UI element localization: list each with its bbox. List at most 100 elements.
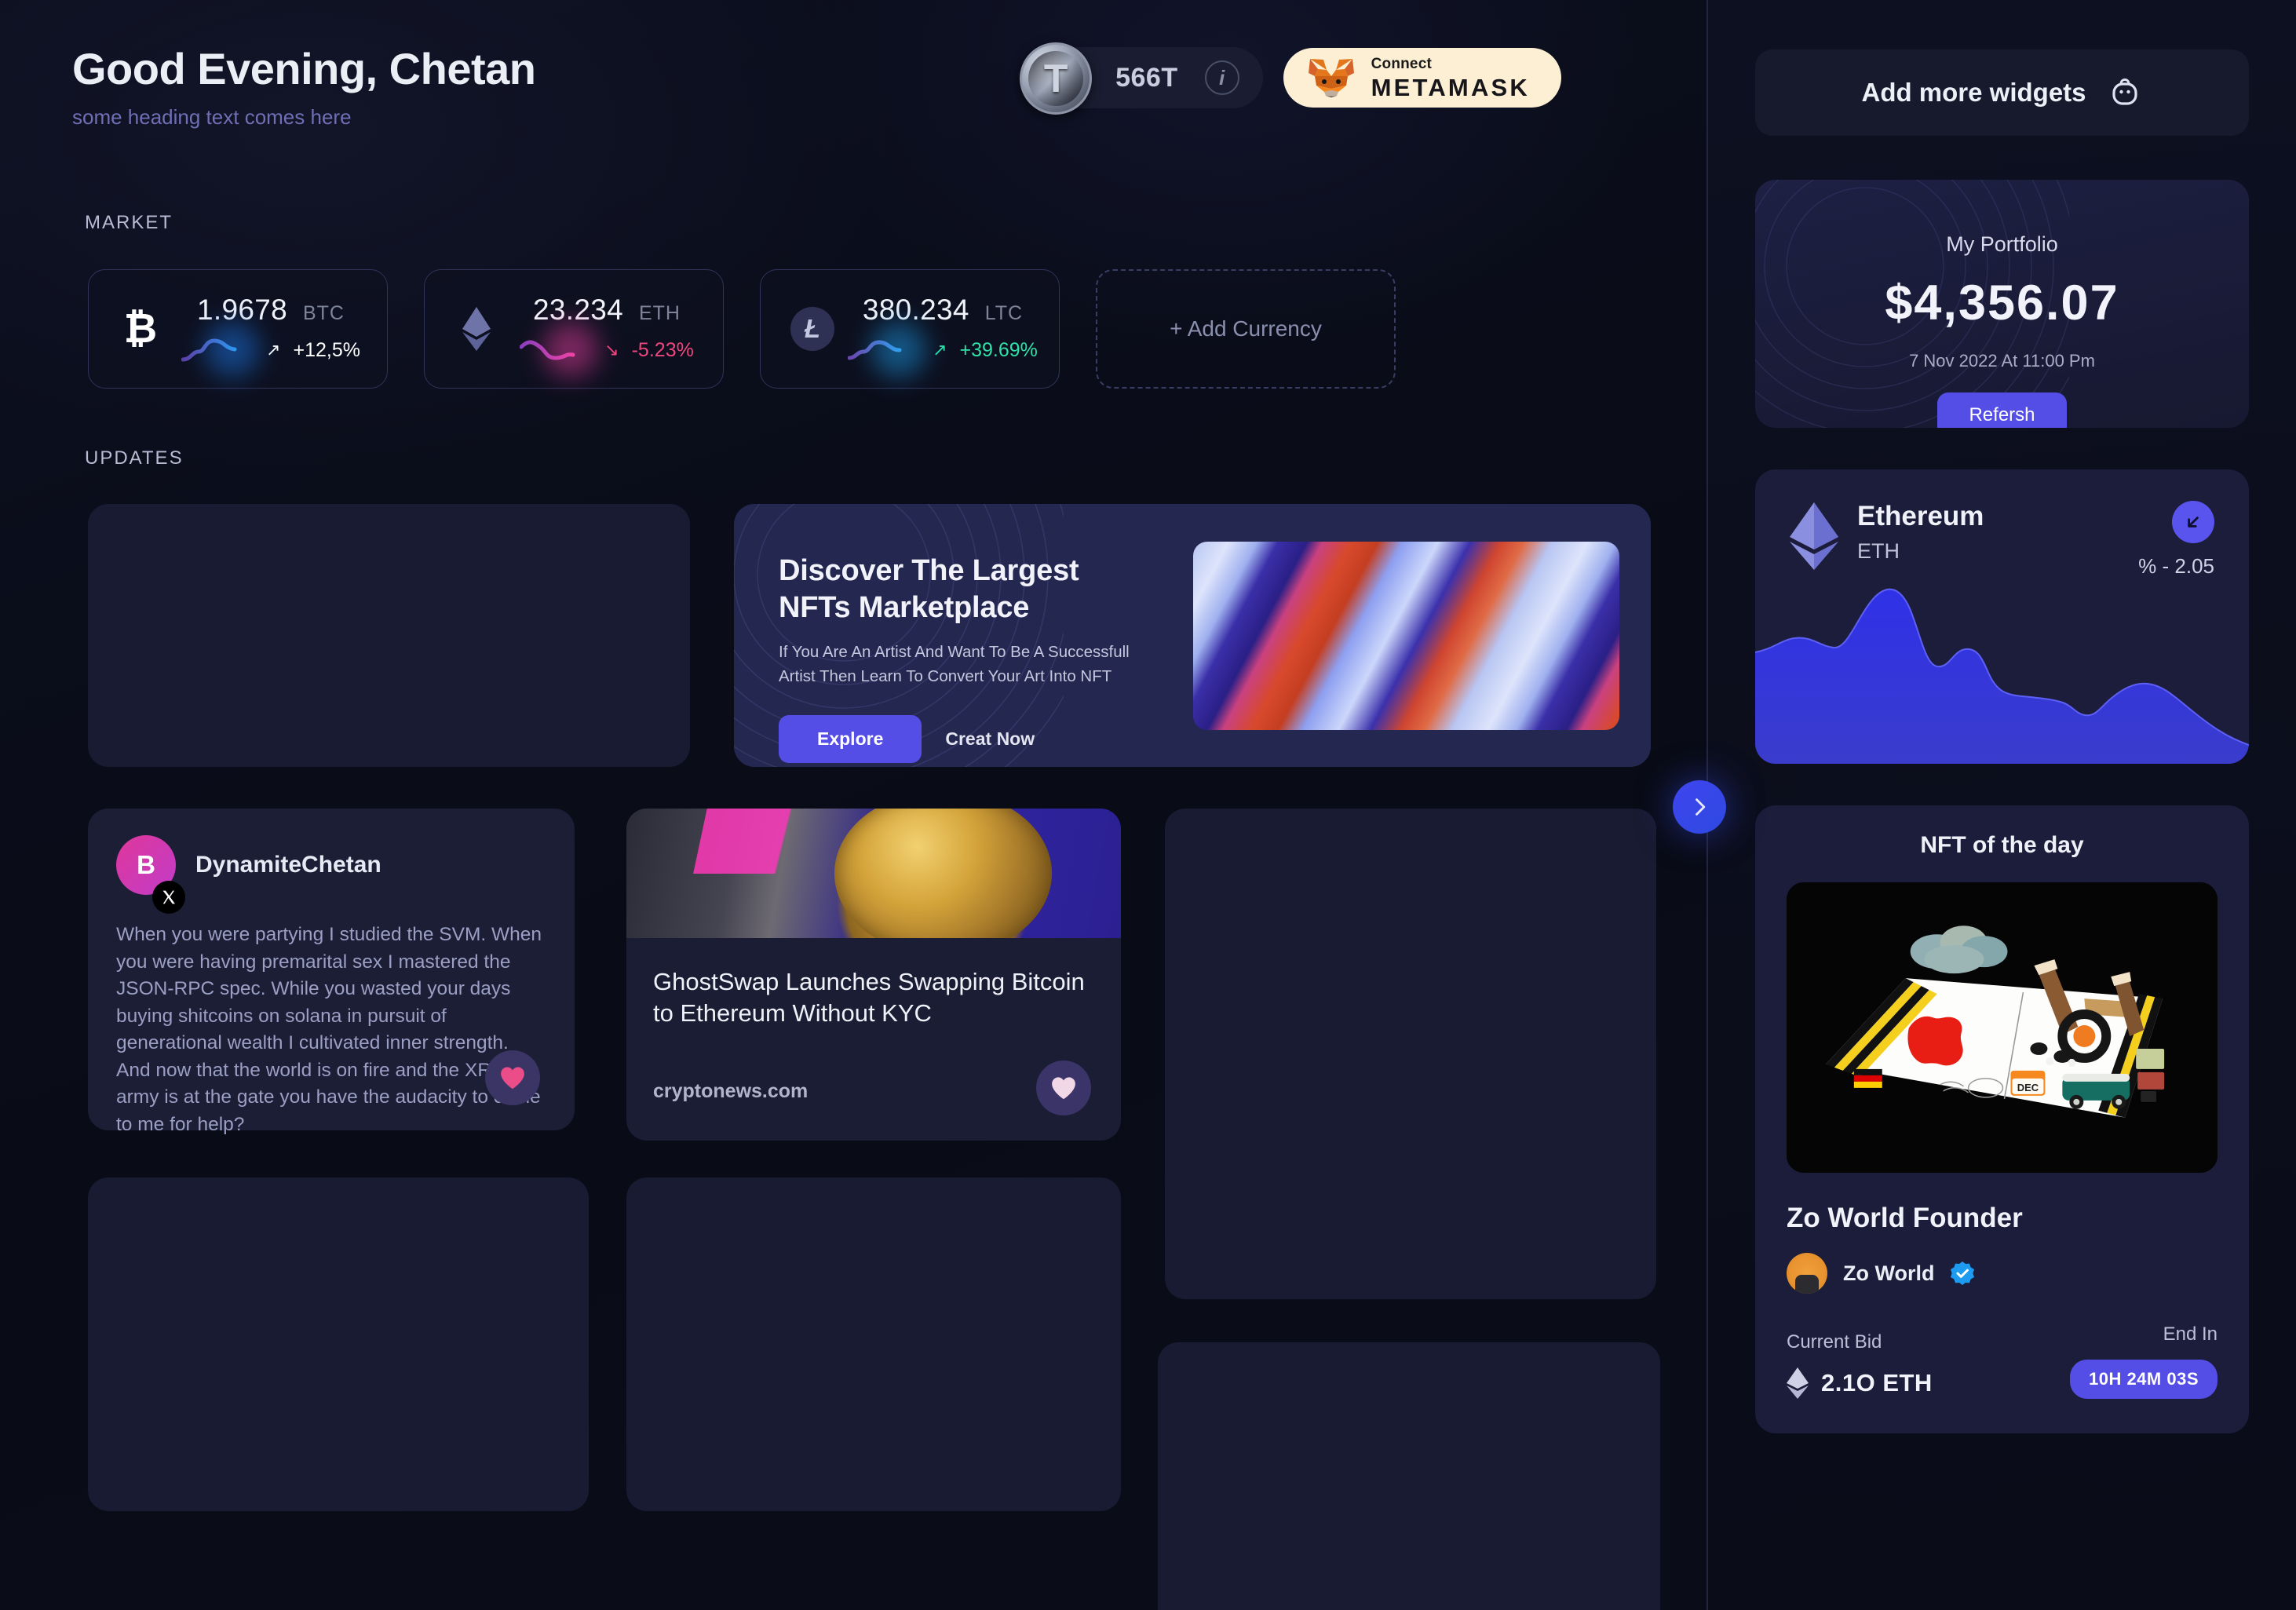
nft-owner[interactable]: Zo World bbox=[1787, 1253, 2218, 1294]
market-change: +39.69% bbox=[959, 338, 1038, 361]
metamask-connect-label: Connect bbox=[1371, 55, 1432, 72]
x-platform-icon bbox=[152, 881, 185, 914]
tweet-body: When you were partying I studied the SVM… bbox=[116, 924, 542, 1135]
token-coin-icon: T bbox=[1020, 42, 1093, 115]
market-card-value-row: 23.234 ETH bbox=[533, 294, 681, 327]
ethereum-chart-widget[interactable]: Ethereum ETH % - 2.05 bbox=[1755, 469, 2249, 764]
section-label-updates: UPDATES bbox=[85, 447, 184, 469]
ethereum-icon bbox=[451, 307, 502, 351]
trend-down-badge-icon bbox=[2172, 501, 2214, 543]
page-title: Good Evening, Chetan bbox=[72, 44, 536, 93]
ethereum-icon bbox=[1790, 502, 1838, 570]
market-card-change-row: ↘ -5.23% bbox=[519, 322, 694, 377]
market-card-body: 380.234 LTC ↗ +39.69% bbox=[838, 294, 1059, 377]
current-bid-value: 2.1O ETH bbox=[1787, 1367, 1933, 1399]
bitcoin-glyph: ₿ bbox=[123, 306, 158, 352]
countdown-timer: 10H 24M 03S bbox=[2069, 1360, 2218, 1399]
info-icon[interactable]: i bbox=[1204, 60, 1239, 95]
nft-bid-row: Current Bid 2.1O ETH End In 10H 24M 03S bbox=[1787, 1323, 2218, 1399]
connect-metamask-button[interactable]: Connect METAMASK bbox=[1283, 48, 1561, 108]
section-label-market: MARKET bbox=[85, 212, 173, 233]
add-widgets-button[interactable]: Add more widgets bbox=[1755, 49, 2249, 136]
heart-icon bbox=[501, 1067, 524, 1090]
placeholder-card[interactable] bbox=[626, 1177, 1121, 1511]
market-change: -5.23% bbox=[631, 338, 694, 361]
metamask-label-group: Connect METAMASK bbox=[1371, 57, 1530, 100]
market-card-body: 1.9678 BTC ↗ +12,5% bbox=[166, 294, 387, 377]
avatar-letter: B bbox=[137, 850, 155, 879]
news-thumbnail bbox=[626, 809, 1121, 938]
chevron-right-icon bbox=[1696, 798, 1706, 816]
market-card-value-row: 380.234 LTC bbox=[863, 294, 1023, 327]
market-card-change-row: ↗ +12,5% bbox=[181, 322, 360, 377]
nft-title: Zo World Founder bbox=[1787, 1203, 2023, 1233]
bitcoin-icon: ₿ bbox=[115, 305, 166, 352]
page-subtitle: some heading text comes here bbox=[72, 105, 352, 129]
refresh-button[interactable]: Refersh bbox=[1937, 392, 2067, 428]
banner-artwork bbox=[1193, 542, 1619, 730]
ethereum-change: % - 2.05 bbox=[2138, 554, 2214, 578]
placeholder-card[interactable] bbox=[1165, 809, 1656, 1299]
banner-content: Discover The Largest NFTs Marketplace If… bbox=[779, 553, 1155, 763]
litecoin-glyph: Ł bbox=[790, 307, 834, 351]
news-source: cryptonews.com bbox=[653, 1080, 809, 1102]
market-card-body: 23.234 ETH ↘ -5.23% bbox=[502, 294, 723, 377]
trend-arrow-up-icon: ↗ bbox=[933, 340, 947, 360]
create-now-button[interactable]: Creat Now bbox=[945, 728, 1035, 750]
svg-text:DEC: DEC bbox=[2017, 1082, 2039, 1093]
market-change: +12,5% bbox=[293, 338, 360, 361]
portfolio-value: $4,356.07 bbox=[1885, 276, 2119, 330]
litecoin-icon: Ł bbox=[787, 307, 838, 351]
tweet-header: B DynamiteChetan bbox=[116, 835, 546, 914]
owner-avatar bbox=[1787, 1253, 1827, 1294]
market-card-change-row: ↗ +39.69% bbox=[847, 322, 1038, 377]
portfolio-widget: My Portfolio $4,356.07 7 Nov 2022 At 11:… bbox=[1755, 180, 2249, 428]
end-in-group: End In 10H 24M 03S bbox=[2069, 1323, 2218, 1399]
ethereum-header: Ethereum ETH % - 2.05 bbox=[1755, 469, 2249, 578]
info-glyph: i bbox=[1218, 65, 1225, 89]
nft-artwork-illustration: DEC bbox=[1787, 882, 2218, 1173]
placeholder-card[interactable] bbox=[88, 504, 690, 767]
placeholder-card[interactable] bbox=[1158, 1342, 1660, 1610]
metamask-name-label: METAMASK bbox=[1371, 73, 1530, 101]
token-balance-pill[interactable]: T 566T i bbox=[1020, 42, 1263, 115]
page-header: Good Evening, Chetan some heading text c… bbox=[72, 43, 536, 130]
ethereum-icon bbox=[1787, 1367, 1809, 1399]
sidebar: Add more widgets My Portfolio $4,356.07 … bbox=[1708, 0, 2296, 1610]
verified-badge-icon bbox=[1951, 1261, 1975, 1285]
nft-artwork[interactable]: DEC bbox=[1787, 882, 2218, 1173]
current-bid-group: Current Bid 2.1O ETH bbox=[1787, 1331, 1933, 1399]
like-button[interactable] bbox=[485, 1050, 540, 1105]
token-amount: 566T bbox=[1115, 62, 1178, 93]
dashboard-root: Good Evening, Chetan some heading text c… bbox=[0, 0, 2296, 1610]
market-card-ltc[interactable]: Ł 380.234 LTC ↗ +39.69% bbox=[760, 269, 1060, 389]
owner-name: Zo World bbox=[1843, 1261, 1935, 1285]
next-panel-button[interactable] bbox=[1673, 780, 1726, 834]
market-card-eth[interactable]: 23.234 ETH ↘ -5.23% bbox=[424, 269, 724, 389]
add-currency-label: + Add Currency bbox=[1170, 316, 1322, 341]
market-symbol: BTC bbox=[302, 302, 345, 324]
nft-of-the-day-widget: NFT of the day DEC Zo World Founder Zo W… bbox=[1755, 805, 2249, 1433]
market-value: 380.234 bbox=[862, 294, 969, 326]
bid-amount: 2.1O ETH bbox=[1821, 1369, 1933, 1396]
explore-button[interactable]: Explore bbox=[779, 714, 922, 763]
market-card-btc[interactable]: ₿ 1.9678 BTC ↗ +12,5% bbox=[88, 269, 388, 389]
ethereum-name: Ethereum bbox=[1857, 501, 1984, 531]
nft-marketplace-banner[interactable]: Discover The Largest NFTs Marketplace If… bbox=[734, 504, 1651, 767]
add-widgets-label: Add more widgets bbox=[1861, 78, 2086, 107]
tweet-username: DynamiteChetan bbox=[195, 852, 381, 878]
market-symbol: LTC bbox=[984, 302, 1024, 324]
market-symbol: ETH bbox=[638, 302, 681, 324]
like-button[interactable] bbox=[1036, 1061, 1091, 1115]
market-card-row: ₿ 1.9678 BTC ↗ +12,5% 23.234 ETH ↘ -5.23… bbox=[88, 269, 1396, 389]
end-in-label: End In bbox=[2163, 1323, 2218, 1345]
news-card[interactable]: GhostSwap Launches Swapping Bitcoin to E… bbox=[626, 809, 1121, 1141]
bot-icon bbox=[2112, 78, 2137, 105]
add-currency-button[interactable]: + Add Currency bbox=[1096, 269, 1396, 389]
sparkline-btc bbox=[181, 322, 261, 377]
placeholder-card[interactable] bbox=[88, 1177, 589, 1511]
token-coin-glyph: T bbox=[1043, 57, 1068, 100]
market-value: 1.9678 bbox=[197, 294, 287, 326]
current-bid-label: Current Bid bbox=[1787, 1331, 1882, 1353]
tweet-card[interactable]: B DynamiteChetan When you were partying … bbox=[88, 809, 575, 1135]
